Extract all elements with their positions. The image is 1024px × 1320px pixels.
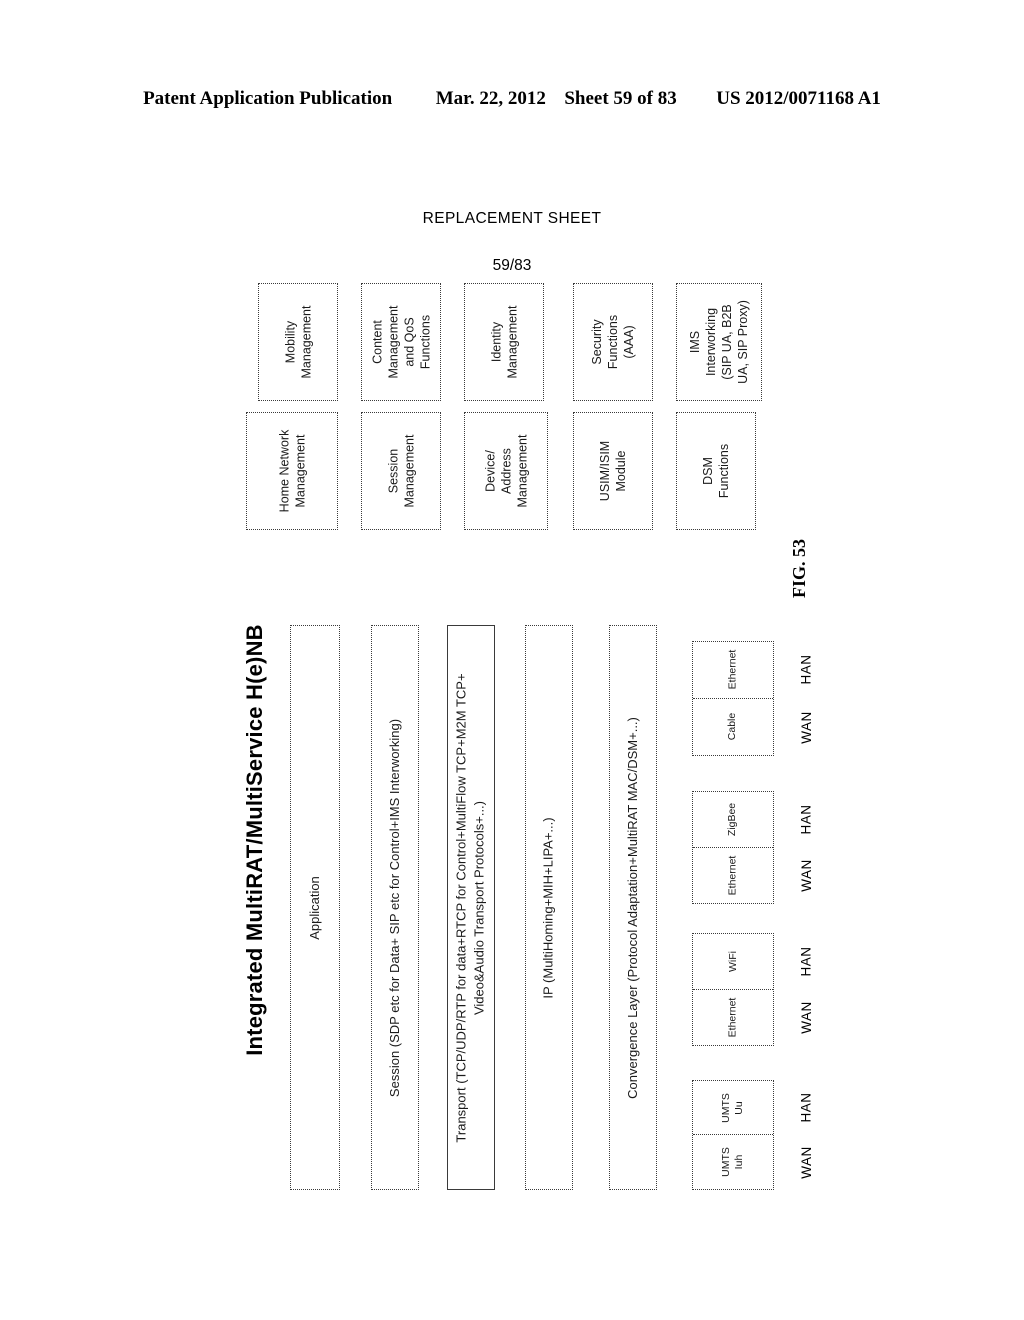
protocol-layer-label: Transport (TCP/UDP/RTP for data+RTCP for… <box>454 672 487 1143</box>
rat-cell-label: UMTS Iuh <box>720 1147 745 1177</box>
function-block-security-functions[interactable]: Security Functions (AAA) <box>573 283 653 401</box>
figure-title-text: Integrated MultiRAT/MultiService H(e)NB <box>242 624 268 1056</box>
rat-legend-wan: WAN <box>784 990 828 1047</box>
rat-cell-label: ZigBee <box>726 802 739 836</box>
protocol-layer-label: Convergence Layer (Protocol Adaptation+M… <box>625 716 640 1099</box>
rat-legend-label: HAN <box>798 1092 814 1123</box>
rat-cell-label: UMTS Uu <box>720 1092 745 1123</box>
protocol-layer-ip[interactable]: IP (MultiHoming+MIH+LIPA+...) <box>525 625 573 1190</box>
protocol-layer-convergence[interactable]: Convergence Layer (Protocol Adaptation+M… <box>609 625 657 1190</box>
rat-cell-wan[interactable]: Ethernet <box>693 990 773 1046</box>
rat-legend-han: HAN <box>784 641 828 699</box>
rat-cell-label: Ethernet <box>726 997 739 1038</box>
function-block-label: USIM/ISIM Module <box>597 440 628 502</box>
rat-legend-label: HAN <box>798 804 814 835</box>
function-block-identity-management[interactable]: Identity Management <box>464 283 544 401</box>
rat-cell-han[interactable]: WiFi <box>693 934 773 990</box>
rat-legend-label: WAN <box>798 1146 814 1179</box>
rat-cell-han[interactable]: UMTS Uu <box>693 1081 773 1135</box>
function-block-ims-interworking[interactable]: IMS Interworking (SIP UA, B2B UA, SIP Proxy… <box>676 283 762 401</box>
rat-legend-umts: HAN WAN <box>784 1080 828 1190</box>
rat-legend-cable: HAN WAN <box>784 641 828 756</box>
function-block-usim-isim-module[interactable]: USIM/ISIM Module <box>573 412 653 530</box>
function-block-label: Identity Management <box>489 305 519 379</box>
rat-legend-zigbee: HAN WAN <box>784 791 828 904</box>
function-block-label: DSM Functions <box>700 443 731 499</box>
function-block-label: Device/Address Management <box>483 434 529 508</box>
rat-legend-wifi: HAN WAN <box>784 933 828 1046</box>
rat-legend-label: WAN <box>798 711 814 744</box>
rat-legend-label: HAN <box>798 946 814 977</box>
function-block-content-management-qos[interactable]: Content Management and QoS Functions <box>361 283 441 401</box>
rat-legend-wan: WAN <box>784 699 828 757</box>
header-date: Mar. 22, 2012 <box>435 88 546 109</box>
rat-cell-wan[interactable]: Ethernet <box>693 848 773 904</box>
rat-legend-wan: WAN <box>784 848 828 905</box>
rat-legend-han: HAN <box>784 1080 828 1135</box>
function-block-label: Session Management <box>386 434 416 508</box>
header-sheet: Sheet 59 of 83 <box>564 88 677 109</box>
rat-cell-label: WiFi <box>726 950 739 972</box>
rat-group-cable[interactable]: Ethernet Cable <box>692 641 774 756</box>
rat-cell-han[interactable]: Ethernet <box>693 642 773 699</box>
rat-legend-han: HAN <box>784 791 828 848</box>
figure-label-text: FIG. 53 <box>789 538 810 598</box>
protocol-layer-label: Application <box>307 875 323 940</box>
rat-legend-wan: WAN <box>784 1135 828 1190</box>
protocol-layer-label: IP (MultiHoming+MIH+LIPA+...) <box>541 816 557 999</box>
sheet-number-caption: 59/83 <box>492 257 532 274</box>
rat-group-umts[interactable]: UMTS Uu UMTS Iuh <box>692 1080 774 1190</box>
function-block-session-management[interactable]: Session Management <box>361 412 441 530</box>
rat-cell-wan[interactable]: Cable <box>693 699 773 756</box>
rat-legend-label: HAN <box>798 654 814 685</box>
function-block-label: IMS Interworking (SIP UA, B2B UA, SIP Proxy… <box>687 300 750 384</box>
figure-label: FIG. 53 <box>770 528 830 608</box>
rat-group-wifi[interactable]: WiFi Ethernet <box>692 933 774 1046</box>
page-header: Patent Application Publication Mar. 22, … <box>0 88 1024 110</box>
rat-cell-label: Ethernet <box>726 649 739 690</box>
rat-legend-label: WAN <box>798 859 814 893</box>
rat-cell-wan[interactable]: UMTS Iuh <box>693 1135 773 1189</box>
function-block-dsm-functions[interactable]: DSM Functions <box>676 412 756 530</box>
protocol-layer-transport[interactable]: Transport (TCP/UDP/RTP for data+RTCP for… <box>447 625 495 1190</box>
function-block-device-address-management[interactable]: Device/Address Management <box>464 412 548 530</box>
rat-cell-han[interactable]: ZigBee <box>693 792 773 848</box>
rat-cell-label: Cable <box>726 713 739 741</box>
rat-group-zigbee[interactable]: ZigBee Ethernet <box>692 791 774 904</box>
rat-legend-han: HAN <box>784 933 828 990</box>
function-block-label: Security Functions (AAA) <box>589 314 636 370</box>
header-patent-number: US 2012/0071168 A1 <box>716 88 881 109</box>
replacement-sheet-caption: REPLACEMENT SHEET <box>422 210 602 227</box>
function-block-home-network-management[interactable]: Home Network Management <box>246 412 338 530</box>
function-block-label: Content Management and QoS Functions <box>370 305 432 379</box>
rat-legend-label: WAN <box>798 1001 814 1035</box>
rat-cell-label: Ethernet <box>726 855 739 896</box>
function-block-label: Mobility Management <box>283 305 313 379</box>
function-block-mobility-management[interactable]: Mobility Management <box>258 283 338 401</box>
header-publication: Patent Application Publication <box>143 88 393 109</box>
protocol-layer-session[interactable]: Session (SDP etc for Data+ SIP etc for C… <box>371 625 419 1190</box>
function-block-label: Home Network Management <box>276 429 307 513</box>
protocol-layer-label: Session (SDP etc for Data+ SIP etc for C… <box>387 718 402 1097</box>
protocol-layer-application[interactable]: Application <box>290 625 340 1190</box>
